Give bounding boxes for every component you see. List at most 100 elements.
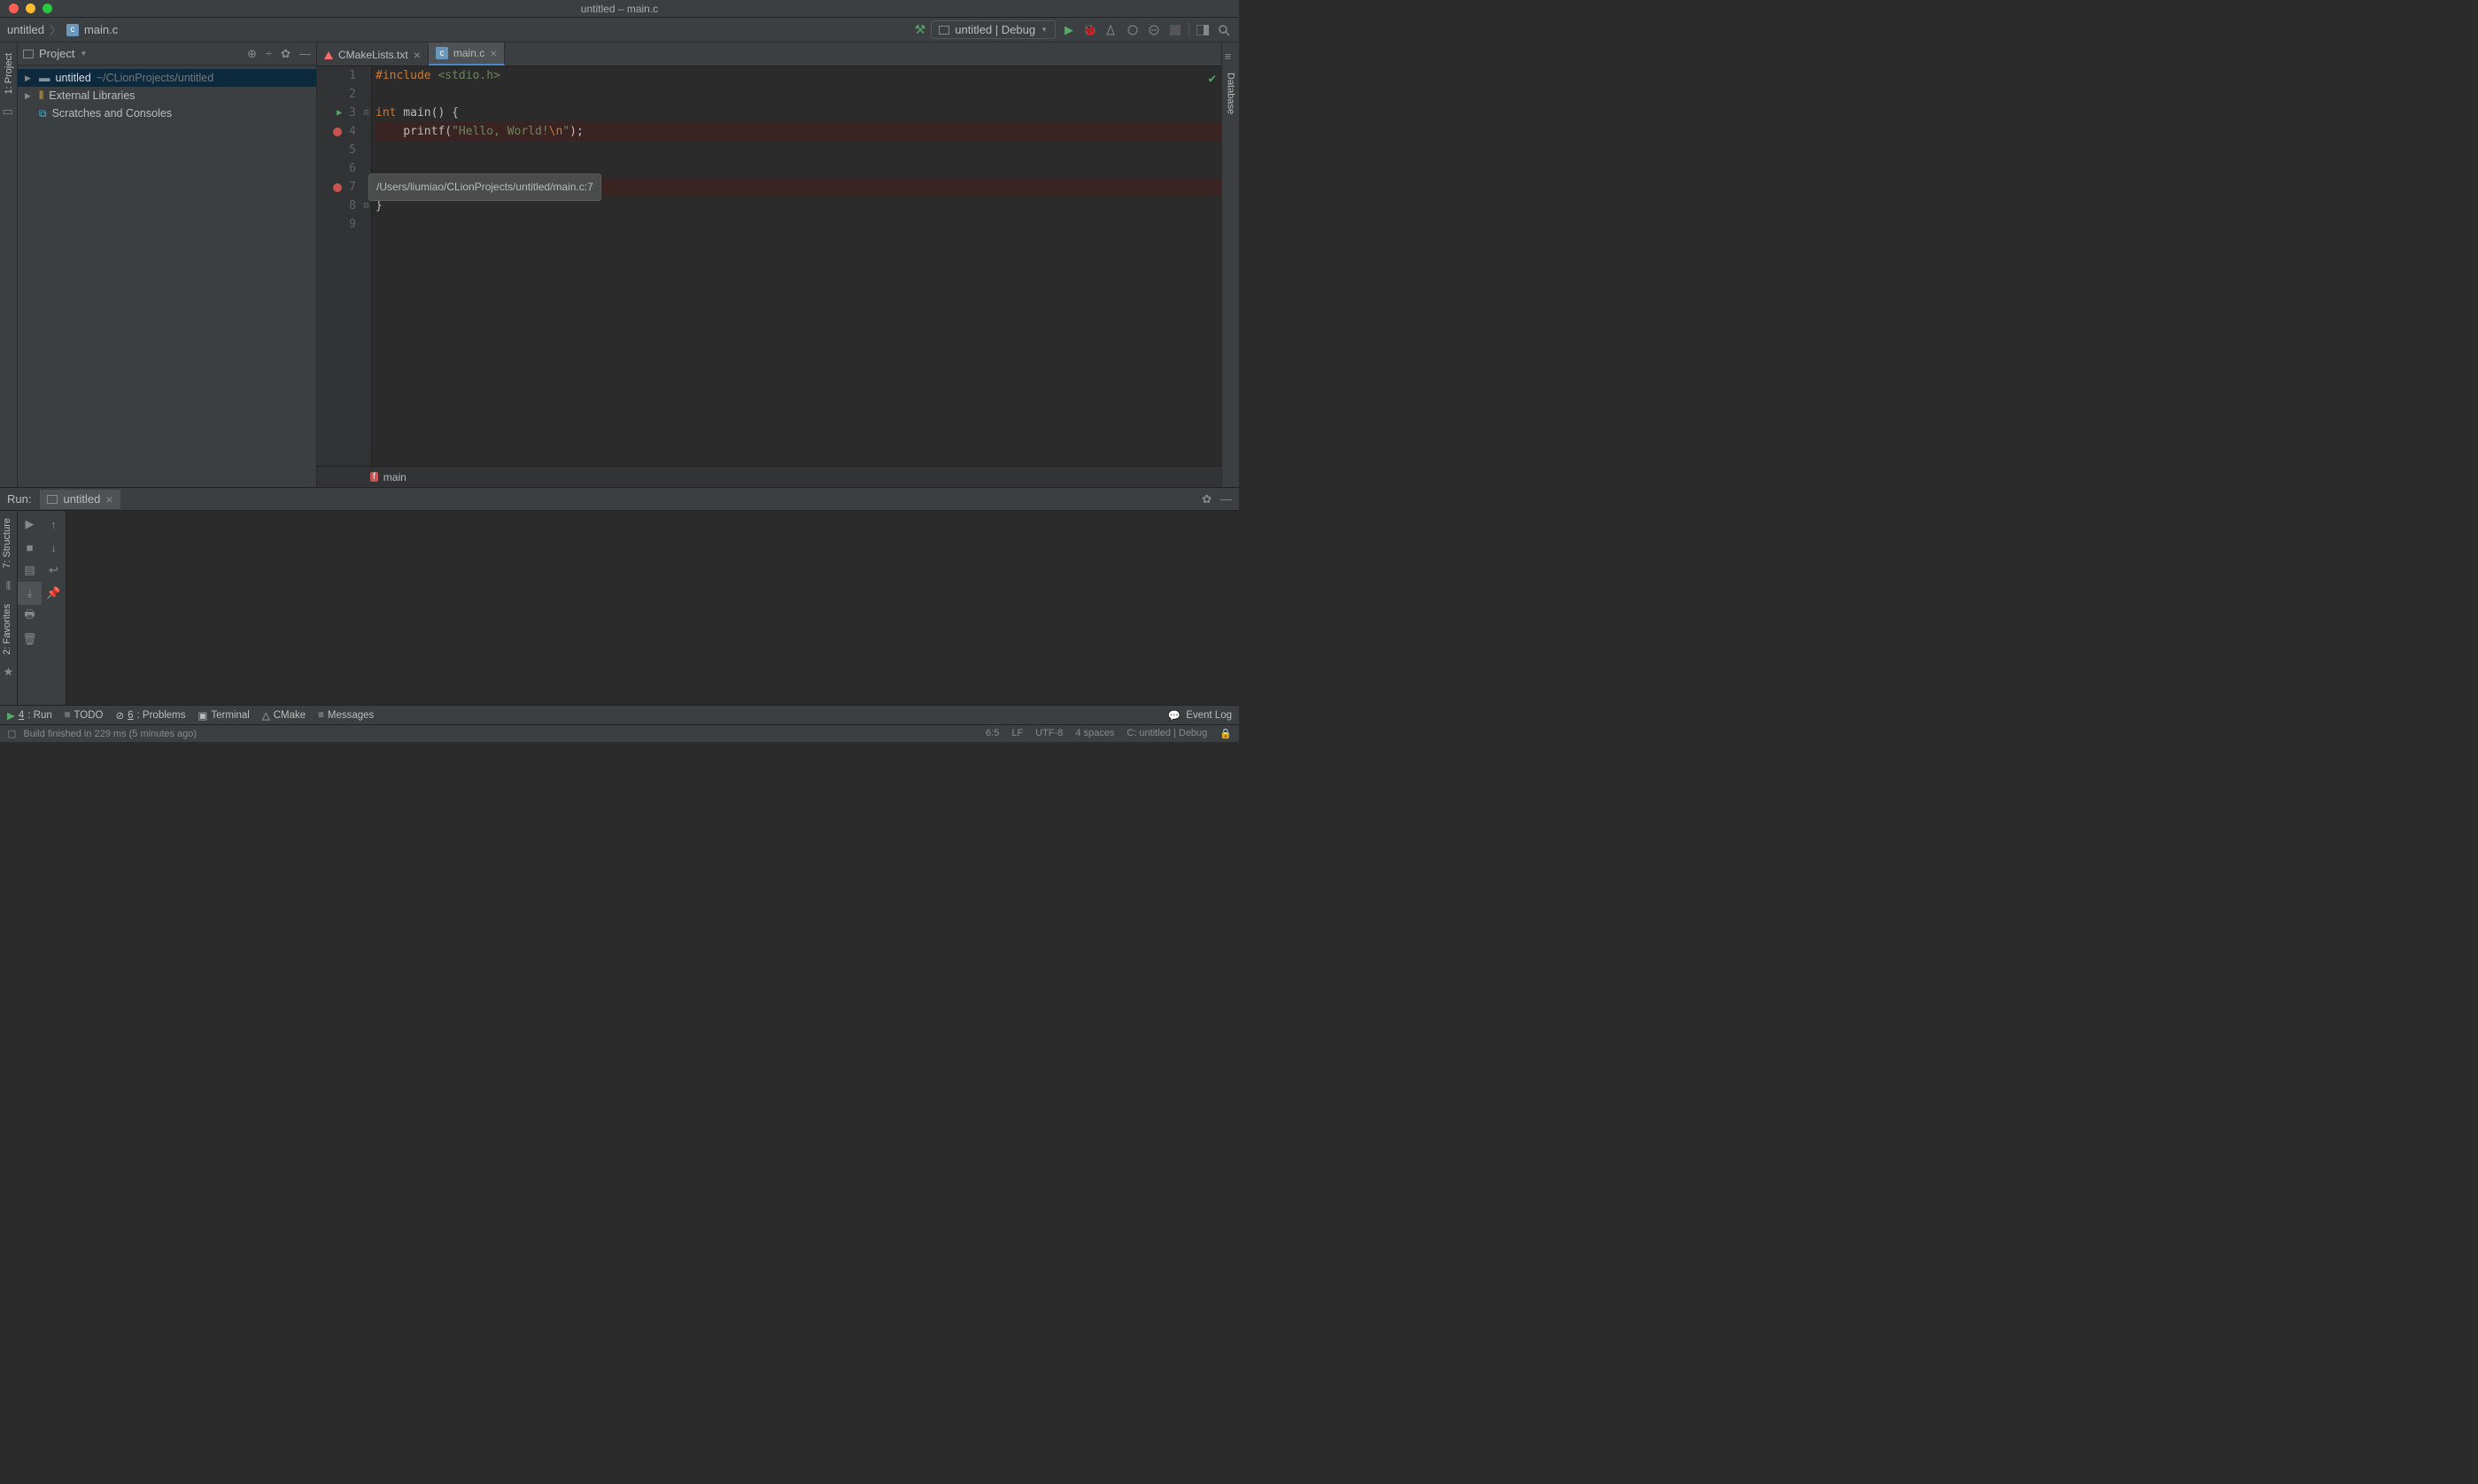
- search-everywhere-button[interactable]: [1216, 22, 1232, 38]
- folder-icon[interactable]: ▭: [3, 104, 15, 117]
- stop-button[interactable]: ■: [18, 536, 42, 559]
- scroll-down-button[interactable]: ↓: [42, 536, 66, 559]
- scroll-up-button[interactable]: ↑: [42, 513, 66, 536]
- project-view-icon: [23, 50, 34, 58]
- run-config-selector[interactable]: untitled | Debug ▼: [931, 20, 1056, 39]
- star-icon[interactable]: ★: [0, 665, 17, 679]
- run-toolbar: ▶ ↑ ■ ↓ ▤ ↩ ⤓ 📌 🖶 🗑: [18, 511, 66, 705]
- stop-button[interactable]: [1167, 22, 1183, 38]
- trash-button[interactable]: 🗑: [18, 628, 42, 651]
- context-label[interactable]: C: untitled | Debug: [1127, 728, 1207, 739]
- pin-button[interactable]: 📌: [42, 582, 66, 605]
- tree-node-label: untitled: [56, 72, 91, 84]
- close-tab-icon[interactable]: ×: [490, 46, 497, 60]
- run-tool-tab[interactable]: ▶ 4: 4: RunRun: [7, 709, 52, 722]
- file-encoding[interactable]: UTF-8: [1035, 728, 1063, 739]
- project-panel: Project ▼ ⊕ ÷ ✿ — ▶ ▬ untitled ~/CLionPr…: [18, 43, 317, 487]
- scroll-to-end-button[interactable]: ⤓: [18, 582, 42, 605]
- profile-button[interactable]: [1125, 22, 1141, 38]
- editor-bottom-breadcrumb[interactable]: f main: [317, 466, 1221, 487]
- code-token: );: [569, 122, 584, 141]
- tree-external-libs[interactable]: ▶ ⫴ External Libraries: [18, 87, 316, 104]
- minimize-panel-icon[interactable]: —: [1220, 492, 1232, 506]
- notification-icon[interactable]: 💬: [1168, 709, 1181, 722]
- expand-arrow-icon[interactable]: ▶: [25, 91, 34, 101]
- project-panel-title[interactable]: Project: [39, 47, 74, 60]
- breadcrumb[interactable]: untitled 〉 c main.c: [7, 21, 118, 38]
- print-button[interactable]: 🖶: [18, 605, 42, 628]
- event-log-tab[interactable]: Event Log: [1186, 710, 1232, 721]
- editor-body[interactable]: 1 2 ▶3 4 5 6 7 8 9 ⊟ ⊟: [317, 66, 1221, 466]
- problems-tool-tab[interactable]: ⊘ 6: Problems: [116, 709, 186, 722]
- tree-node-path: ~/CLionProjects/untitled: [97, 72, 213, 84]
- code-area[interactable]: ✔ #include <stdio.h> int main() { printf…: [372, 66, 1221, 466]
- folder-icon: ▬: [39, 72, 50, 84]
- breakpoint-icon[interactable]: [333, 183, 342, 192]
- breadcrumb-project[interactable]: untitled: [7, 23, 44, 36]
- close-tab-icon[interactable]: ×: [105, 492, 112, 506]
- editor-tab-main-c[interactable]: c main.c ×: [429, 43, 506, 66]
- dropdown-arrow-icon[interactable]: ▼: [80, 50, 87, 58]
- soft-wrap-button[interactable]: ↩: [42, 559, 66, 582]
- close-window-button[interactable]: [9, 4, 19, 13]
- line-gutter[interactable]: 1 2 ▶3 4 5 6 7 8 9: [317, 66, 361, 466]
- run-tab-label: untitled: [63, 492, 100, 506]
- messages-tool-tab[interactable]: ≡ Messages: [318, 710, 374, 721]
- locate-icon[interactable]: ⊕: [247, 47, 257, 61]
- window-title: untitled – main.c: [581, 3, 658, 15]
- run-config-label: untitled | Debug: [955, 23, 1035, 36]
- cursor-position[interactable]: 6:5: [986, 728, 999, 739]
- settings-icon[interactable]: ✿: [1202, 492, 1212, 506]
- minimize-panel-icon[interactable]: —: [299, 47, 311, 61]
- run-tab[interactable]: untitled ×: [40, 490, 120, 509]
- ui-layout-button[interactable]: [1195, 22, 1211, 38]
- line-number: 4: [349, 122, 356, 141]
- breakpoint-icon[interactable]: [333, 128, 342, 136]
- collapse-icon[interactable]: ÷: [266, 47, 272, 61]
- line-number: 8: [349, 197, 356, 215]
- run-output-area[interactable]: [66, 511, 1239, 705]
- c-file-icon: c: [66, 24, 79, 36]
- tree-root-node[interactable]: ▶ ▬ untitled ~/CLionProjects/untitled: [18, 69, 316, 87]
- tab-label: CMakeLists.txt: [338, 49, 408, 61]
- database-tool-tab[interactable]: Database: [1224, 66, 1238, 121]
- structure-tool-tab[interactable]: 7: Structure: [0, 511, 14, 576]
- maximize-window-button[interactable]: [43, 4, 52, 13]
- structure-icon[interactable]: ⫴: [0, 579, 17, 593]
- rerun-button[interactable]: ▶: [18, 513, 42, 536]
- layout-button[interactable]: ▤: [18, 559, 42, 582]
- attach-button[interactable]: [1146, 22, 1162, 38]
- target-icon: [47, 495, 58, 504]
- inspection-ok-icon[interactable]: ✔: [1209, 70, 1216, 89]
- run-gutter-icon[interactable]: ▶: [337, 104, 342, 122]
- cmake-tool-tab[interactable]: △ CMake: [262, 709, 306, 722]
- cmake-icon: [324, 51, 333, 59]
- fold-start-icon[interactable]: ⊟: [361, 104, 371, 122]
- line-number: 1: [349, 66, 356, 85]
- minimize-window-button[interactable]: [26, 4, 35, 13]
- indent-setting[interactable]: 4 spaces: [1075, 728, 1114, 739]
- editor-tab-cmakelists[interactable]: CMakeLists.txt ×: [317, 44, 429, 66]
- tree-scratches[interactable]: ▶ ⧉ Scratches and Consoles: [18, 104, 316, 122]
- favorites-tool-tab[interactable]: 2: Favorites: [0, 597, 14, 661]
- breadcrumb-function[interactable]: main: [383, 471, 407, 483]
- todo-tool-tab[interactable]: ≡ TODO: [65, 710, 104, 721]
- breadcrumb-file[interactable]: main.c: [84, 23, 118, 36]
- debug-button[interactable]: 🐞: [1082, 22, 1098, 38]
- database-icon[interactable]: ≡: [1225, 50, 1237, 62]
- line-separator[interactable]: LF: [1011, 728, 1023, 739]
- line-number: 5: [349, 141, 356, 159]
- settings-icon[interactable]: ✿: [281, 47, 290, 61]
- terminal-tool-tab[interactable]: ▣ Terminal: [198, 709, 250, 722]
- close-tab-icon[interactable]: ×: [414, 48, 421, 62]
- run-button[interactable]: ▶: [1061, 22, 1077, 38]
- coverage-button[interactable]: [1103, 22, 1119, 38]
- project-tree[interactable]: ▶ ▬ untitled ~/CLionProjects/untitled ▶ …: [18, 66, 316, 487]
- tree-node-label: External Libraries: [49, 89, 135, 102]
- expand-arrow-icon[interactable]: ▶: [25, 73, 34, 83]
- tab-label: main.c: [453, 47, 484, 59]
- build-icon[interactable]: ⚒: [915, 22, 926, 37]
- lock-icon[interactable]: 🔒: [1220, 728, 1232, 739]
- project-tool-tab[interactable]: 1: Project: [2, 46, 16, 101]
- window-icon[interactable]: ▢: [7, 728, 16, 739]
